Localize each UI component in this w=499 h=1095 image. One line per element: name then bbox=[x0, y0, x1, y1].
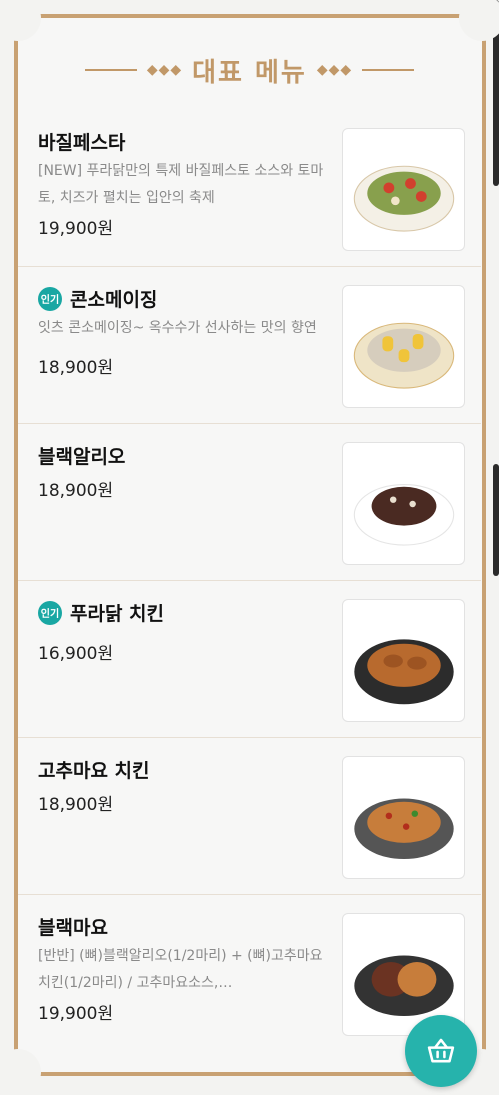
popular-badge: 인기 bbox=[38, 600, 62, 625]
popular-badge: 인기 bbox=[38, 286, 62, 311]
frame-corner bbox=[459, 0, 499, 41]
menu-item-name-row: 블랙알리오 bbox=[38, 442, 125, 469]
menu-item-description: 잇츠 콘소메이징~ 옥수수가 선사하는 맛의 향연 bbox=[38, 320, 317, 336]
menu-item[interactable]: 인기 푸라닭 치킨 16,900원 bbox=[18, 581, 481, 738]
menu-item-name: 블랙마요 bbox=[38, 917, 108, 939]
menu-item-image[interactable] bbox=[342, 128, 465, 251]
frame-corner bbox=[0, 1049, 41, 1095]
menu-item-name-row: 인기 푸라닭 치킨 bbox=[38, 599, 164, 626]
menu-list: 바질페스타 [NEW] 푸라닭만의 특제 바질페스토 소스와 토마토, 치즈가 … bbox=[18, 110, 481, 1052]
menu-item-image[interactable] bbox=[342, 442, 465, 565]
food-plate-icon bbox=[353, 322, 454, 389]
spark-left-icon: ◆◆◆ bbox=[146, 62, 183, 78]
menu-item-name-row: 블랙마요 bbox=[38, 913, 108, 940]
menu-item-price: 19,900원 bbox=[38, 1004, 114, 1024]
basket-icon bbox=[427, 1038, 455, 1063]
menu-item[interactable]: 인기 콘소메이징 잇츠 콘소메이징~ 옥수수가 선사하는 맛의 향연 18,90… bbox=[18, 267, 481, 424]
menu-item-image[interactable] bbox=[342, 599, 465, 722]
food-plate-icon bbox=[353, 165, 454, 232]
food-plate-icon bbox=[353, 955, 454, 1016]
menu-item[interactable]: 블랙알리오 18,900원 bbox=[18, 424, 481, 581]
cart-button[interactable] bbox=[405, 1015, 477, 1087]
header-divider-right bbox=[362, 69, 415, 71]
menu-item-name-row: 바질페스타 bbox=[38, 128, 125, 155]
menu-item-name: 푸라닭 치킨 bbox=[70, 603, 165, 625]
food-plate-icon bbox=[353, 483, 454, 546]
food-plate-icon bbox=[353, 638, 454, 704]
menu-item-name: 콘소메이징 bbox=[70, 289, 158, 311]
food-plate-icon bbox=[353, 798, 454, 859]
menu-item[interactable]: 고추마요 치킨 18,900원 bbox=[18, 738, 481, 895]
menu-item-name-row: 고추마요 치킨 bbox=[38, 756, 150, 783]
menu-item-price: 19,900원 bbox=[38, 219, 114, 239]
menu-item-description: [NEW] 푸라닭만의 특제 바질페스토 소스와 토마토, 치즈가 펼치는 입안… bbox=[38, 163, 324, 206]
menu-item-name-row: 인기 콘소메이징 bbox=[38, 285, 157, 312]
header-divider-left bbox=[84, 69, 137, 71]
menu-item-name: 블랙알리오 bbox=[38, 446, 126, 468]
menu-item[interactable]: 바질페스타 [NEW] 푸라닭만의 특제 바질페스토 소스와 토마토, 치즈가 … bbox=[18, 110, 481, 267]
frame-corner bbox=[0, 0, 41, 41]
section-header: ◆◆◆ 대표 메뉴 ◆◆◆ bbox=[0, 50, 499, 90]
menu-item-image[interactable] bbox=[342, 285, 465, 408]
menu-item-image[interactable] bbox=[342, 756, 465, 879]
section-title: 대표 메뉴 bbox=[192, 57, 307, 88]
menu-item-description: [반반] (뼈)블랙알리오(1/2마리) + (뼈)고추마요 치킨(1/2마리)… bbox=[38, 948, 323, 991]
menu-item-price: 18,900원 bbox=[38, 795, 114, 815]
menu-item-price: 16,900원 bbox=[38, 644, 114, 664]
menu-item-name: 고추마요 치킨 bbox=[38, 760, 150, 782]
scroll-indicator-mid bbox=[493, 464, 499, 576]
menu-item-price: 18,900원 bbox=[38, 358, 114, 378]
menu-item-price: 18,900원 bbox=[38, 481, 114, 501]
menu-item-name: 바질페스타 bbox=[38, 132, 126, 154]
spark-right-icon: ◆◆◆ bbox=[316, 62, 353, 78]
